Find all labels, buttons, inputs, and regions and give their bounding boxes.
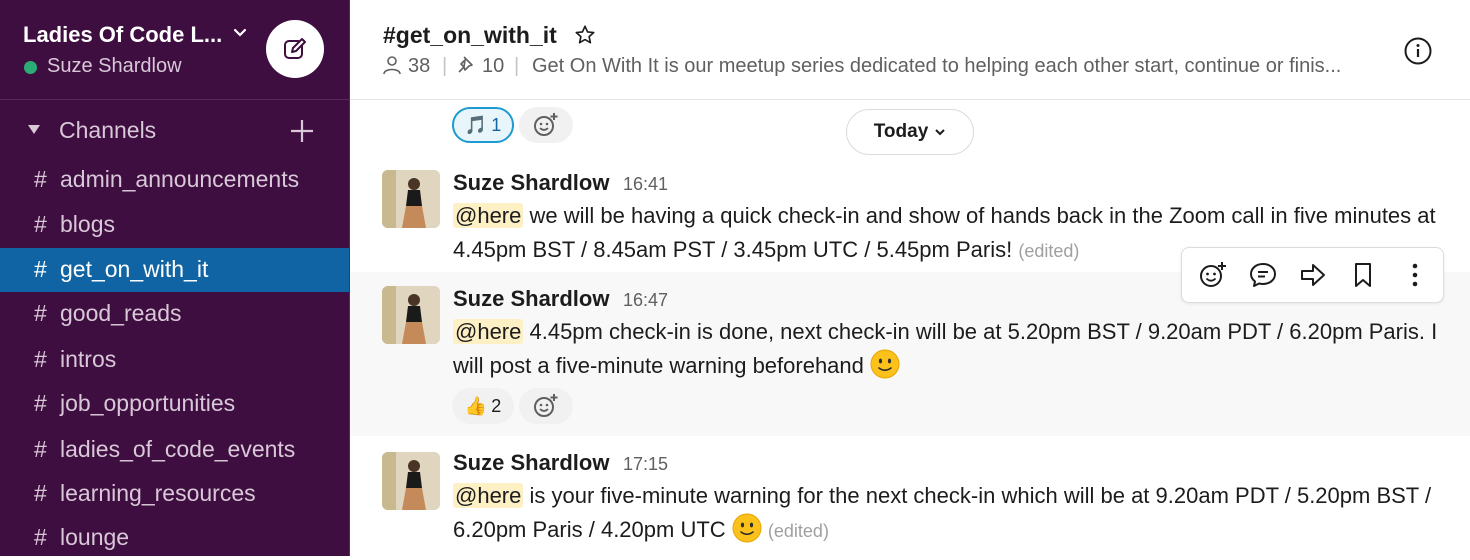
chevron-down-icon[interactable]: [233, 26, 247, 40]
reaction-thumbsup[interactable]: 👍 2: [452, 388, 514, 424]
hash-icon: #: [34, 166, 47, 192]
share-icon[interactable]: [1298, 260, 1328, 290]
bookmark-icon[interactable]: [1348, 260, 1378, 290]
edited-label: (edited): [767, 521, 829, 541]
sidebar-channel-ladies-of-code-events[interactable]: # ladies_of_code_events: [0, 428, 349, 472]
workspace-header[interactable]: Ladies Of Code L... Suze Shardlow: [0, 0, 349, 100]
message-body: @here 4.45pm check-in is done, next chec…: [453, 315, 1453, 383]
channel-title[interactable]: #get_on_with_it: [383, 22, 557, 49]
add-emoji-icon: [534, 113, 558, 136]
add-channel-icon[interactable]: [290, 119, 314, 143]
hash-icon: #: [34, 390, 47, 416]
thumbs-up-emoji: 👍: [464, 395, 488, 416]
pin-icon[interactable]: [456, 55, 476, 75]
sidebar-channel-job-opportunities[interactable]: # job_opportunities: [0, 382, 349, 426]
hash-icon: #: [34, 436, 47, 462]
date-divider-label: Today: [873, 121, 929, 142]
message-text: 4.45pm check-in is done, next check-in w…: [453, 319, 1438, 378]
avatar[interactable]: [382, 170, 440, 228]
message-timestamp[interactable]: 16:41: [623, 174, 668, 195]
sender-name[interactable]: Suze Shardlow: [453, 170, 609, 196]
sidebar-channel-get-on-with-it[interactable]: # get_on_with_it: [0, 248, 349, 292]
date-divider-today[interactable]: Today: [846, 109, 974, 155]
avatar[interactable]: [382, 452, 440, 510]
message[interactable]: Suze Shardlow 17:15 @here is your five-m…: [350, 438, 1470, 556]
pin-count[interactable]: 10: [482, 55, 504, 78]
avatar[interactable]: [382, 286, 440, 344]
channel-label: admin_announcements: [60, 166, 300, 192]
sender-name[interactable]: Suze Shardlow: [453, 450, 609, 476]
chevron-down-icon: [935, 129, 945, 136]
edited-label: (edited): [1018, 241, 1080, 261]
channel-label: intros: [60, 346, 117, 372]
message-timestamp[interactable]: 17:15: [623, 454, 668, 475]
channels-section-label[interactable]: Channels: [59, 117, 156, 144]
channel-topic[interactable]: Get On With It is our meetup series dedi…: [532, 55, 1372, 78]
mention-here[interactable]: @here: [453, 203, 524, 228]
reaction-count: 1: [491, 114, 502, 135]
header-separator: |: [442, 55, 448, 77]
music-note-emoji: 🎵: [464, 114, 488, 135]
info-icon[interactable]: [1403, 36, 1433, 66]
compose-icon: [284, 38, 306, 59]
workspace-name[interactable]: Ladies Of Code L...: [23, 22, 222, 48]
message-body: @here is your five-minute warning for th…: [453, 479, 1453, 548]
sidebar-channel-admin-announcements[interactable]: # admin_announcements: [0, 158, 349, 202]
star-icon[interactable]: [574, 24, 596, 46]
add-emoji-icon: [534, 394, 558, 417]
sidebar-channel-lounge[interactable]: # lounge: [0, 516, 349, 560]
channel-header: #get_on_with_it 38 | 10 | Get On With It…: [350, 0, 1470, 100]
mention-here[interactable]: @here: [453, 483, 524, 508]
message-actions-toolbar: [1181, 247, 1444, 303]
add-reaction-button[interactable]: [519, 107, 573, 143]
channel-label: blogs: [60, 211, 115, 237]
hash-icon: #: [34, 480, 47, 506]
sidebar-channel-blogs[interactable]: # blogs: [0, 203, 349, 247]
channel-label: lounge: [60, 524, 130, 550]
channel-label: ladies_of_code_events: [60, 436, 296, 462]
mention-here[interactable]: @here: [453, 319, 524, 344]
message-timestamp[interactable]: 16:47: [623, 290, 668, 311]
hash-icon: #: [34, 300, 47, 326]
header-separator: |: [514, 55, 520, 77]
sidebar: Ladies Of Code L... Suze Shardlow Channe…: [0, 0, 349, 556]
reaction-music[interactable]: 🎵 1: [452, 107, 514, 143]
hash-icon: #: [34, 524, 47, 550]
compose-button[interactable]: [266, 20, 324, 78]
sidebar-channel-intros[interactable]: # intros: [0, 338, 349, 382]
member-count[interactable]: 38: [408, 55, 430, 78]
slightly-smiling-face-emoji: [870, 349, 900, 379]
channel-label: get_on_with_it: [60, 256, 209, 282]
more-actions-icon[interactable]: [1400, 260, 1430, 290]
slightly-smiling-face-emoji: [732, 513, 762, 543]
sidebar-channel-learning-resources[interactable]: # learning_resources: [0, 472, 349, 516]
reaction-count: 2: [491, 395, 502, 416]
current-user-name: Suze Shardlow: [47, 55, 182, 77]
member-icon[interactable]: [382, 55, 402, 75]
hash-icon: #: [34, 346, 47, 372]
caret-down-icon[interactable]: [28, 125, 40, 134]
sidebar-channel-good-reads[interactable]: # good_reads: [0, 292, 349, 336]
sender-name[interactable]: Suze Shardlow: [453, 286, 609, 312]
add-reaction-icon[interactable]: [1198, 260, 1228, 290]
hash-icon: #: [34, 256, 47, 282]
presence-dot: [24, 61, 37, 74]
channel-label: learning_resources: [60, 480, 256, 506]
add-reaction-button[interactable]: [519, 388, 573, 424]
reply-thread-icon[interactable]: [1248, 260, 1278, 290]
channel-label: job_opportunities: [60, 390, 236, 416]
hash-icon: #: [34, 211, 47, 237]
message-text: is your five-minute warning for the next…: [453, 483, 1432, 542]
channel-label: good_reads: [60, 300, 182, 326]
